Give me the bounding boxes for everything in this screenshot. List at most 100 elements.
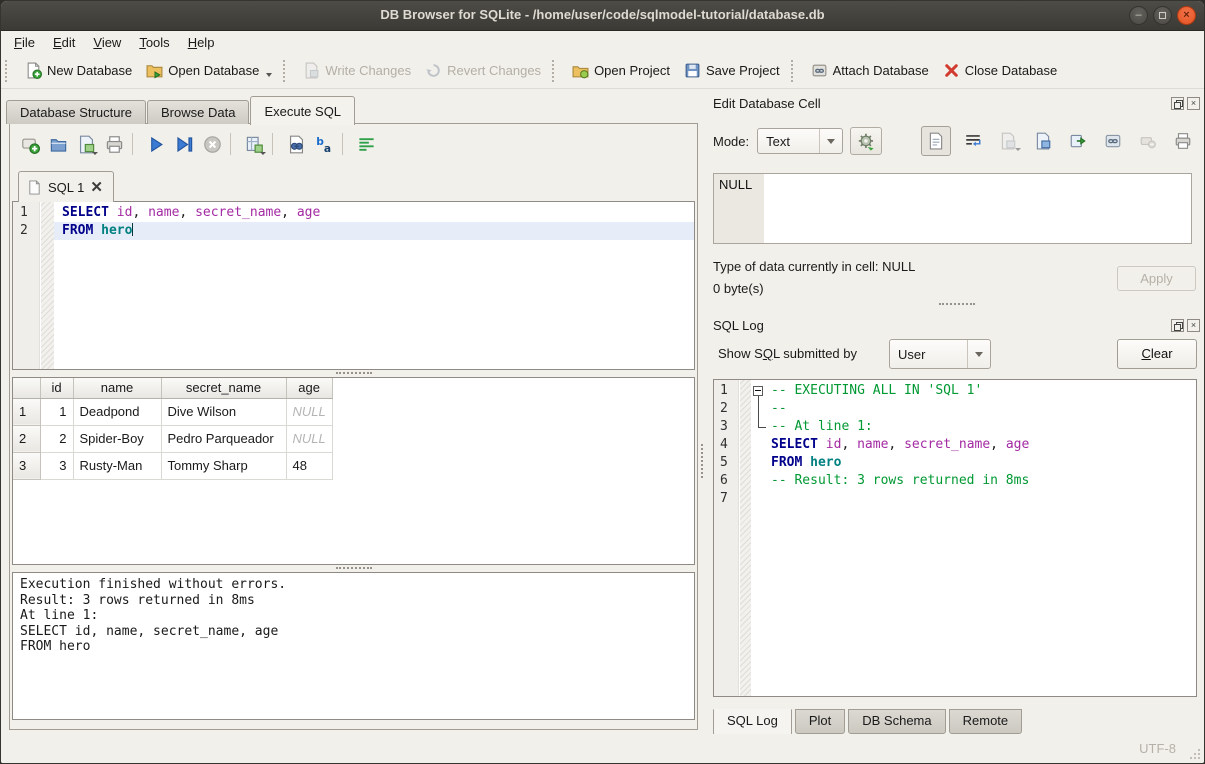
table-cell[interactable]: Dive Wilson — [161, 398, 286, 425]
table-cell[interactable]: 2 — [40, 425, 73, 452]
open-sql-file-icon[interactable] — [44, 131, 72, 157]
attach-database-icon — [811, 62, 828, 79]
bottom-tab-sql-log[interactable]: SQL Log — [713, 709, 792, 736]
table-cell[interactable]: 1 — [40, 398, 73, 425]
panel-splitter[interactable] — [698, 89, 707, 734]
float-panel-icon[interactable] — [1171, 97, 1184, 110]
dropdown-arrow-icon — [260, 152, 266, 155]
column-header-age[interactable]: age — [286, 378, 332, 398]
line-number: 6 — [714, 472, 739, 490]
bottom-tab-plot[interactable]: Plot — [795, 709, 845, 734]
code-line: 6-- Result: 3 rows returned in 8ms — [714, 472, 1196, 490]
mode-label: Mode: — [713, 134, 749, 149]
clear-log-button[interactable]: Clear — [1117, 339, 1197, 369]
toolbar-button-label: Attach Database — [833, 63, 929, 78]
format-sql-icon[interactable] — [352, 131, 380, 157]
table-cell[interactable]: NULL — [286, 425, 332, 452]
table-cell[interactable]: Spider-Boy — [73, 425, 161, 452]
close-button[interactable]: × — [1177, 6, 1196, 25]
bottom-tab-db-schema[interactable]: DB Schema — [848, 709, 945, 734]
table-cell[interactable]: NULL — [286, 398, 332, 425]
table-cell[interactable]: Deadpond — [73, 398, 161, 425]
toolbar-save-project-button[interactable]: Save Project — [677, 57, 787, 84]
mode-select[interactable]: Text — [757, 128, 843, 154]
close-tab-icon[interactable]: ✕ — [90, 180, 103, 195]
tab-execute-sql[interactable]: Execute SQL — [250, 96, 355, 125]
row-number[interactable]: 3 — [13, 452, 40, 479]
row-number[interactable]: 1 — [13, 398, 40, 425]
column-header-secret-name[interactable]: secret_name — [161, 378, 286, 398]
write-changes-icon — [303, 62, 320, 79]
export-results-icon[interactable] — [240, 131, 268, 157]
menu-help[interactable]: Help — [179, 33, 224, 52]
toolbar-close-database-button[interactable]: Close Database — [936, 57, 1065, 84]
cell-value-editor[interactable]: NULL — [713, 173, 1192, 244]
code-text: FROM hero — [54, 222, 694, 240]
save-sql-file-icon[interactable] — [72, 131, 100, 157]
code-text: -- EXECUTING ALL IN 'SQL 1' — [767, 382, 1196, 400]
log-filter-select[interactable]: User — [889, 339, 991, 369]
toolbar-new-database-button[interactable]: New Database — [18, 57, 139, 84]
row-number[interactable]: 2 — [13, 425, 40, 452]
toolbar-open-database-button[interactable]: Open Database — [139, 57, 279, 84]
tab-browse-data[interactable]: Browse Data — [147, 100, 249, 124]
fold-margin-cell — [40, 222, 54, 240]
menu-tools[interactable]: Tools — [130, 33, 178, 52]
print-icon[interactable] — [100, 131, 128, 157]
column-header-name[interactable]: name — [73, 378, 161, 398]
log-filter-value: User — [898, 347, 925, 362]
resize-grip-icon[interactable] — [1190, 749, 1200, 759]
execute-all-icon[interactable] — [142, 131, 170, 157]
execute-current-line-icon[interactable] — [170, 131, 198, 157]
table-cell[interactable]: 3 — [40, 452, 73, 479]
table-cell[interactable]: Pedro Parqueador — [161, 425, 286, 452]
fold-marker[interactable] — [751, 382, 767, 400]
export-cell-icon[interactable] — [1065, 128, 1091, 154]
table-cell[interactable]: Rusty-Man — [73, 452, 161, 479]
float-panel-icon[interactable] — [1171, 319, 1184, 332]
cell-log-splitter[interactable] — [707, 300, 1205, 308]
code-line: 7 — [714, 490, 1196, 508]
statusbar: UTF-8 — [1, 734, 1204, 763]
link-data-icon[interactable] — [1100, 128, 1126, 154]
sql-editor[interactable]: 1SELECT id, name, secret_name, age2FROM … — [12, 201, 695, 370]
code-line: 2-- — [714, 400, 1196, 418]
column-header-id[interactable]: id — [40, 378, 73, 398]
sql-log-view[interactable]: 1-- EXECUTING ALL IN 'SQL 1'2--3-- At li… — [713, 379, 1197, 697]
sql-tab[interactable]: SQL 1 ✕ — [18, 171, 114, 202]
close-panel-icon[interactable]: × — [1187, 319, 1200, 332]
minimize-button[interactable]: – — [1129, 6, 1148, 25]
sql-log-title: SQL Log — [713, 318, 1168, 333]
corner-header[interactable] — [13, 378, 40, 398]
save-as-icon[interactable] — [1030, 128, 1056, 154]
table-cell[interactable]: 48 — [286, 452, 332, 479]
sql-editor-toolbar: ba — [16, 129, 380, 159]
print-cell-icon[interactable] — [1170, 128, 1196, 154]
tab-database-structure[interactable]: Database Structure — [6, 100, 146, 124]
menu-edit[interactable]: Edit — [44, 33, 84, 52]
cell-value: NULL — [714, 174, 764, 243]
bottom-tab-remote[interactable]: Remote — [949, 709, 1023, 734]
line-number: 3 — [714, 418, 739, 436]
sql-log-header: SQL Log × — [713, 316, 1200, 334]
toolbar-open-project-button[interactable]: Open Project — [565, 57, 677, 84]
maximize-button[interactable] — [1153, 6, 1172, 25]
word-wrap-icon[interactable] — [960, 128, 986, 154]
text-mode-icon[interactable] — [921, 126, 951, 156]
toolbar-button-label: Write Changes — [325, 63, 411, 78]
find-icon[interactable] — [282, 131, 310, 157]
table-cell[interactable]: Tommy Sharp — [161, 452, 286, 479]
titlebar[interactable]: DB Browser for SQLite - /home/user/code/… — [1, 1, 1204, 31]
close-panel-icon[interactable]: × — [1187, 97, 1200, 110]
editor-results-splitter[interactable] — [10, 370, 697, 377]
results-message-splitter[interactable] — [10, 565, 697, 572]
apply-settings-button[interactable] — [850, 127, 882, 155]
menu-view[interactable]: View — [84, 33, 130, 52]
new-sql-tab-icon[interactable] — [16, 131, 44, 157]
edit-cell-header: Edit Database Cell × — [713, 94, 1200, 112]
menu-file[interactable]: File — [5, 33, 44, 52]
import-in-cell-icon — [995, 128, 1021, 154]
autocomplete-icon[interactable]: ba — [310, 131, 338, 157]
toolbar-attach-database-button[interactable]: Attach Database — [804, 57, 936, 84]
toolbar-separator — [272, 133, 278, 155]
